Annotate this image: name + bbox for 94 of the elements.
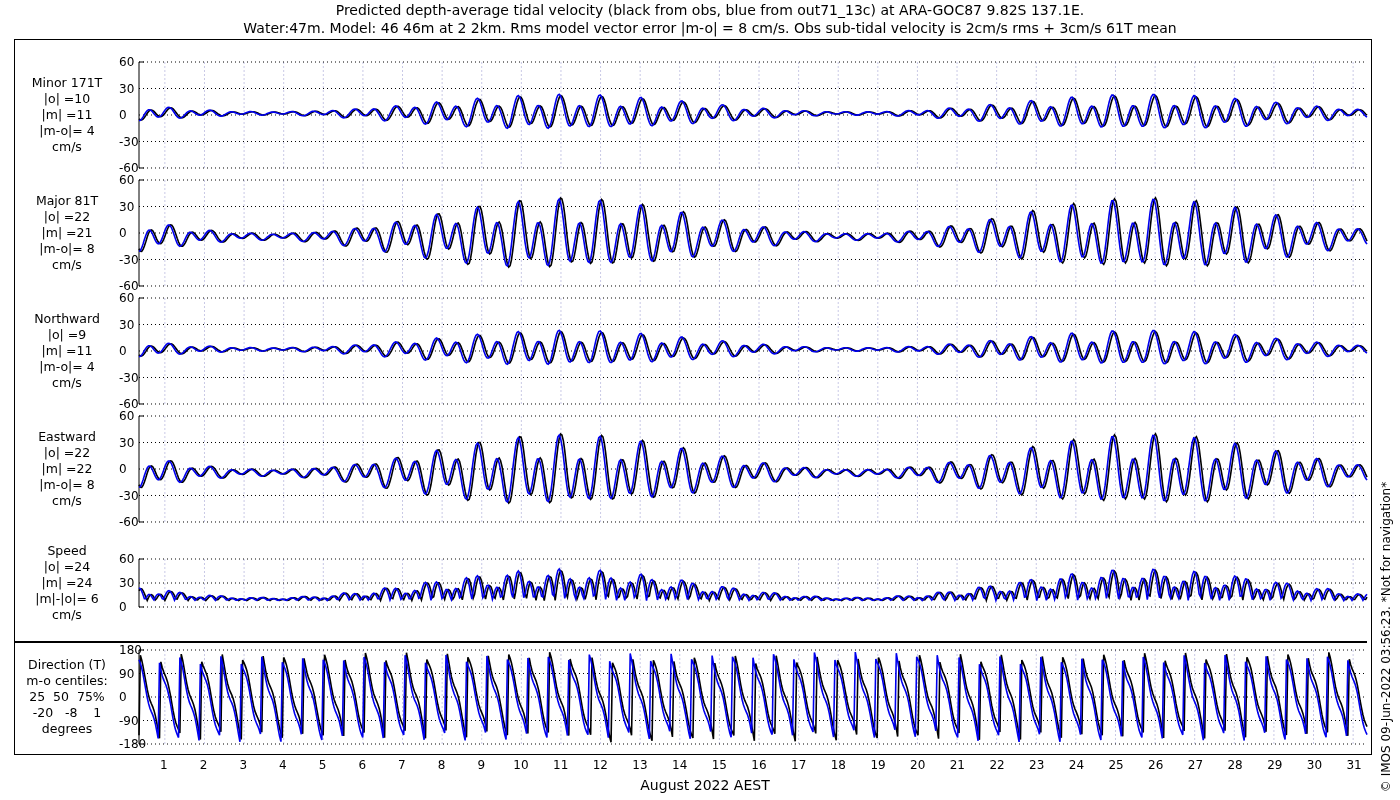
x-tick-label: 9	[477, 757, 486, 773]
y-tick-label: 0	[119, 601, 127, 613]
x-tick-label: 24	[1068, 757, 1085, 773]
y-tick-label: 60	[119, 410, 135, 422]
y-tick-label: -60	[119, 398, 139, 410]
y-tick-label: 60	[119, 292, 135, 304]
panel-label: cm/s	[52, 375, 82, 391]
panel-label: |m| =24	[41, 575, 93, 591]
y-tick-label: -60	[119, 280, 139, 292]
panel-label: cm/s	[52, 607, 82, 623]
x-tick-label: 4	[279, 757, 287, 773]
y-tick-label: -60	[119, 162, 139, 174]
x-tick-label: 6	[358, 757, 367, 773]
x-tick-label: 5	[318, 757, 327, 773]
y-tick-label: -60	[119, 516, 139, 528]
x-tick-label: 10	[513, 757, 529, 773]
panel-label: |o| =22	[43, 209, 91, 225]
y-tick-label: 0	[119, 345, 127, 357]
y-tick-label: -90	[119, 714, 139, 727]
y-tick-label: -180	[119, 738, 147, 750]
y-tick-label: -30	[119, 371, 139, 384]
panel-label: |m| =11	[41, 343, 93, 359]
panel-label: Speed	[47, 543, 87, 559]
panel-label: Direction (T)	[28, 657, 106, 673]
x-tick-label: 23	[1029, 757, 1045, 773]
y-tick-label: 180	[119, 644, 142, 656]
x-tick-label: 8	[437, 757, 446, 773]
y-tick-label: 0	[119, 691, 127, 703]
x-tick-label: 26	[1148, 757, 1164, 773]
x-tick-label: 18	[830, 757, 846, 773]
y-axis-line	[138, 558, 145, 608]
panel-label: |m-o|= 8	[39, 241, 95, 257]
y-tick-label: 30	[119, 436, 135, 449]
chart-title: Predicted depth-average tidal velocity (black from obs, blue from out71_13c) at ARA-GOC87 9.82S 137.1E.	[335, 1, 1085, 19]
x-tick-label: 22	[989, 757, 1005, 773]
x-tick-label: 13	[632, 757, 648, 773]
panel-label: Eastward	[38, 429, 96, 445]
y-tick-label: 60	[119, 553, 135, 565]
x-tick-label: 15	[711, 757, 727, 773]
x-tick-label: 28	[1227, 757, 1243, 773]
panel-label: cm/s	[52, 139, 82, 155]
y-tick-label: -30	[119, 489, 139, 502]
y-tick-label: 0	[119, 227, 127, 239]
x-tick-label: 27	[1187, 757, 1204, 773]
y-tick-label: -30	[119, 135, 139, 148]
panel-label: Major 81T	[35, 193, 99, 209]
panel-label: |m|-|o|= 6	[35, 591, 99, 607]
panel-label: degrees	[41, 721, 93, 737]
y-tick-label: 30	[119, 318, 135, 331]
panel-label: |m-o|= 4	[39, 359, 95, 375]
x-tick-label: 7	[398, 757, 406, 773]
x-tick-label: 11	[553, 757, 569, 773]
panel-label: |m| =22	[41, 461, 93, 477]
panel-label: Northward	[34, 311, 100, 327]
y-tick-label: 30	[119, 200, 135, 213]
panel-label: |m| =21	[41, 225, 93, 241]
y-tick-label: 90	[119, 667, 135, 680]
x-tick-label: 20	[910, 757, 926, 773]
x-tick-label: 25	[1108, 757, 1124, 773]
y-tick-label: 0	[119, 463, 127, 475]
panel-label: m-o centiles:	[26, 673, 108, 689]
x-tick-label: 12	[592, 757, 608, 773]
x-tick-label: 3	[239, 757, 248, 773]
panel-label: |o| =22	[43, 445, 91, 461]
y-tick-label: 30	[119, 577, 135, 589]
panel-label: cm/s	[52, 257, 82, 273]
y-tick-label: 30	[119, 82, 135, 95]
copyright-note: © IMOS 09-Jun-2022 03:56:23. *Not for navigation*	[1379, 481, 1393, 793]
panel-label: -20 -8 1	[32, 705, 102, 721]
x-tick-label: 17	[791, 757, 807, 773]
panel-label: |o| =24	[43, 559, 91, 575]
x-axis-label: August 2022 AEST	[640, 777, 770, 793]
y-tick-label: -30	[119, 253, 139, 266]
x-tick-label: 16	[751, 757, 767, 773]
y-tick-label: 60	[119, 174, 135, 186]
panel-label: Minor 171T	[31, 75, 103, 91]
x-tick-label: 30	[1306, 757, 1323, 773]
panel-label: |o| =10	[43, 91, 91, 107]
y-tick-label: 60	[119, 56, 135, 68]
panel-label: |o| =9	[47, 327, 87, 343]
x-tick-label: 19	[870, 757, 886, 773]
panel-label: 25 50 75%	[29, 689, 105, 705]
x-tick-label: 31	[1346, 757, 1362, 773]
panel-label: cm/s	[52, 493, 82, 509]
x-tick-label: 14	[672, 757, 688, 773]
x-tick-label: 29	[1267, 757, 1283, 773]
panel-label: |m| =11	[41, 107, 93, 123]
chart-title: Water:47m. Model: 46 46m at 2 2km. Rms model vector error |m-o| = 8 cm/s. Obs sub-tidal velocity is 2cm/s rms + 3cm/s 61T mean	[243, 19, 1177, 37]
panel-label: |m-o|= 4	[39, 123, 95, 139]
x-tick-label: 2	[199, 757, 208, 773]
x-tick-label: 21	[949, 757, 965, 773]
panel-label: |m-o|= 8	[39, 477, 95, 493]
y-tick-label: 0	[119, 109, 127, 121]
x-tick-label: 1	[160, 757, 168, 773]
